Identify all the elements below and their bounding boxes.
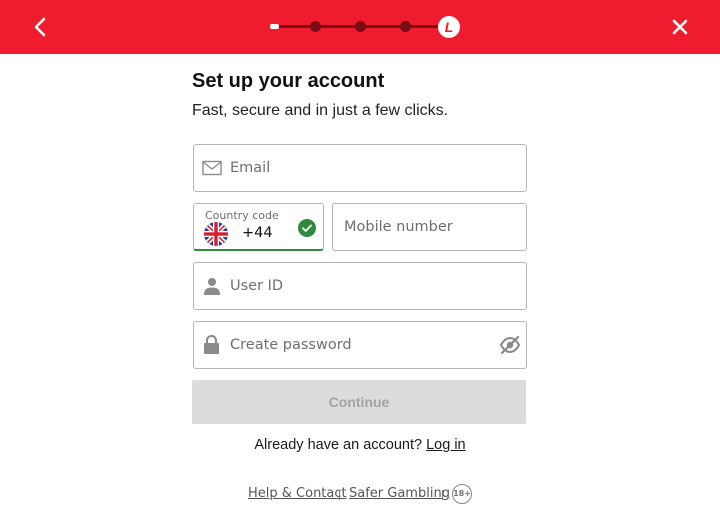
- envelope-icon: [202, 160, 222, 176]
- page-subtitle: Fast, secure and in just a few clicks.: [192, 102, 449, 119]
- progress-step-current: [270, 24, 279, 29]
- login-prompt: Already have an account? Log in: [0, 437, 720, 453]
- country-code-select[interactable]: Country code +44: [193, 203, 324, 251]
- progress-step: [400, 21, 411, 32]
- lock-icon: [204, 335, 219, 354]
- continue-button[interactable]: Continue: [192, 380, 526, 424]
- top-bar: L: [0, 0, 720, 54]
- country-code-label: Country code: [205, 209, 279, 222]
- country-code-value: +44: [242, 225, 273, 241]
- close-button[interactable]: [665, 12, 695, 42]
- user-id-field[interactable]: User ID: [193, 262, 527, 310]
- progress-indicator: L: [266, 14, 466, 40]
- back-button[interactable]: [26, 12, 56, 42]
- brand-logo-icon: L: [438, 16, 460, 38]
- user-icon: [204, 278, 220, 295]
- eye-off-icon[interactable]: [499, 335, 521, 355]
- login-link[interactable]: Log in: [426, 437, 466, 453]
- progress-step: [355, 21, 366, 32]
- password-placeholder: Create password: [230, 337, 352, 353]
- check-circle-icon: [298, 219, 316, 237]
- mobile-number-placeholder: Mobile number: [344, 219, 453, 235]
- age-restriction-icon: 18+: [452, 484, 472, 504]
- page-title: Set up your account: [192, 70, 385, 92]
- close-icon: [672, 19, 688, 35]
- email-field[interactable]: Email: [193, 144, 527, 192]
- footer-divider: [339, 490, 340, 500]
- login-prompt-text: Already have an account?: [254, 437, 423, 453]
- email-placeholder: Email: [230, 160, 271, 176]
- password-field[interactable]: Create password: [193, 321, 527, 369]
- chevron-left-icon: [34, 17, 46, 37]
- footer-divider: [442, 490, 443, 500]
- safer-gambling-link[interactable]: Safer Gambling: [349, 486, 450, 501]
- uk-flag-icon: [204, 222, 228, 246]
- progress-step: [310, 21, 321, 32]
- mobile-number-field[interactable]: Mobile number: [332, 203, 527, 251]
- help-contact-link[interactable]: Help & Contact: [248, 486, 347, 501]
- user-id-placeholder: User ID: [230, 278, 284, 294]
